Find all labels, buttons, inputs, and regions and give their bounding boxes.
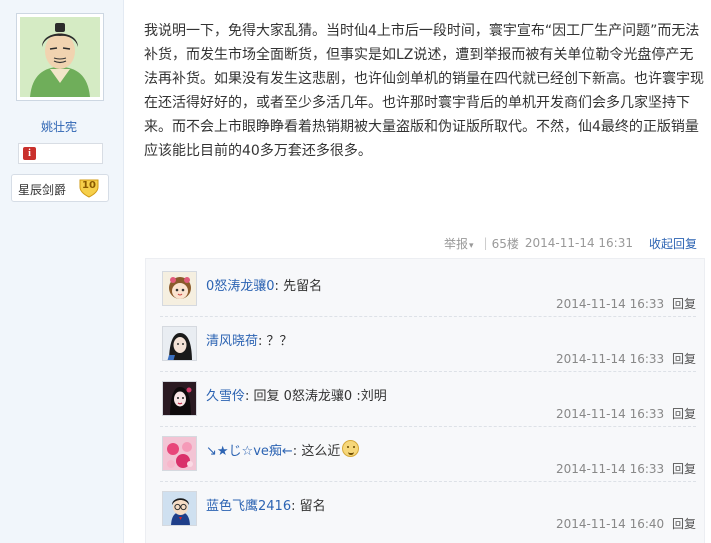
- reply-time: 2014-11-14 16:33: [556, 462, 665, 476]
- reply-item: 0怒涛龙骧0: 先留名 2014-11-14 16:33 回复: [146, 267, 704, 322]
- flowers-avatar-icon: [163, 437, 196, 470]
- girl-avatar-icon: [163, 382, 196, 415]
- reply-text: 先留名: [283, 279, 323, 294]
- floor-number: 65楼: [491, 236, 519, 251]
- reply-time: 2014-11-14 16:40: [556, 517, 665, 531]
- reply-username[interactable]: 清风晓荷: [206, 334, 258, 349]
- reply-avatar[interactable]: [162, 381, 197, 416]
- reply-time: 2014-11-14 16:33: [556, 352, 665, 366]
- girl-avatar-icon: [163, 327, 196, 360]
- reply-avatar[interactable]: [162, 326, 197, 361]
- reply-username[interactable]: 0怒涛龙骧0: [206, 279, 275, 294]
- reply-meta: 2014-11-14 16:33 回复: [556, 405, 696, 422]
- reply-text: 这么近: [301, 444, 341, 459]
- reply-avatar[interactable]: [162, 271, 197, 306]
- detective-avatar-icon: [163, 492, 196, 525]
- divider: |: [483, 236, 488, 250]
- reply-button[interactable]: 回复: [672, 517, 696, 531]
- report-button[interactable]: 举报: [444, 235, 474, 252]
- level-number: 10: [82, 180, 96, 191]
- reply-item: 久雪伶: 回复 0怒涛龙骧0 :刘明 2014-11-14 16:33 回复: [146, 371, 704, 432]
- collapse-replies-button[interactable]: 收起回复: [649, 235, 697, 252]
- reply-meta: 2014-11-14 16:40 回复: [556, 515, 696, 532]
- post-content: 我说明一下，免得大家乱猜。当时仙4上市后一段时间，寰宇宣布“因工厂生产问题”而无…: [144, 23, 704, 159]
- reply-item: 蓝色飞鹰2416: 留名 2014-11-14 16:40 回复: [146, 481, 704, 542]
- reply-username[interactable]: 蓝色飞鹰2416: [206, 499, 291, 514]
- reply-list: 0怒涛龙骧0: 先留名 2014-11-14 16:33 回复 清风晓荷: ？？…: [145, 258, 705, 543]
- reply-meta: 2014-11-14 16:33 回复: [556, 350, 696, 367]
- girl-avatar-icon: [163, 272, 196, 305]
- reply-time: 2014-11-14 16:33: [556, 297, 665, 311]
- reply-text: ？？: [266, 334, 293, 349]
- reply-text: 留名: [299, 499, 326, 514]
- reply-item: ↘★じ☆ve痴←: 这么近 2014-11-14 16:33 回复: [146, 426, 704, 487]
- post-footer: 举报 | 65楼 2014-11-14 16:31 收起回复: [444, 232, 697, 254]
- smiley-icon: [342, 440, 360, 457]
- reply-avatar[interactable]: [162, 436, 197, 471]
- author-name[interactable]: 姚壮宪: [0, 118, 118, 135]
- reply-text: 回复 0怒涛龙骧0 :刘明: [253, 389, 387, 404]
- reply-button[interactable]: 回复: [672, 407, 696, 421]
- reply-line: 蓝色飞鹰2416: 留名: [206, 499, 326, 514]
- reply-username[interactable]: ↘★じ☆ve痴←: [206, 444, 293, 459]
- swordsman-avatar-icon: [20, 17, 100, 97]
- warning-icon[interactable]: i: [23, 147, 36, 160]
- reply-button[interactable]: 回复: [672, 462, 696, 476]
- author-sidebar: 姚壮宪 i 星辰剑爵 10: [0, 0, 124, 543]
- reply-meta: 2014-11-14 16:33 回复: [556, 295, 696, 312]
- reply-button[interactable]: 回复: [672, 297, 696, 311]
- reply-username[interactable]: 久雪伶: [206, 389, 245, 404]
- level-name: 星辰剑爵: [18, 183, 67, 197]
- level-shield-icon: 10: [78, 178, 100, 198]
- reply-line: 久雪伶: 回复 0怒涛龙骧0 :刘明: [206, 389, 387, 404]
- author-info-box: i: [18, 143, 103, 164]
- reply-meta: 2014-11-14 16:33 回复: [556, 460, 696, 477]
- reply-line: 0怒涛龙骧0: 先留名: [206, 279, 323, 294]
- reply-button[interactable]: 回复: [672, 352, 696, 366]
- reply-item: 清风晓荷: ？？ 2014-11-14 16:33 回复: [146, 316, 704, 377]
- author-level-badge[interactable]: 星辰剑爵 10: [11, 174, 109, 202]
- reply-avatar[interactable]: [162, 491, 197, 526]
- reply-time: 2014-11-14 16:33: [556, 407, 665, 421]
- reply-line: 清风晓荷: ？？: [206, 334, 293, 349]
- post-time: 2014-11-14 16:31: [524, 236, 633, 250]
- author-avatar[interactable]: [16, 13, 104, 101]
- reply-line: ↘★じ☆ve痴←: 这么近: [206, 440, 360, 459]
